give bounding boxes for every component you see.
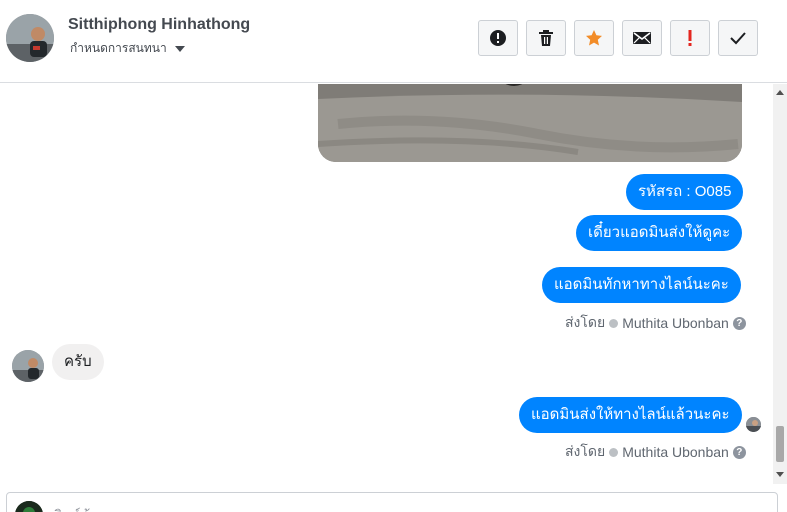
message-thread: รหัสรถ : O085 เดี๋ยวแอดมินส่งให้ดูคะ แอด… xyxy=(0,84,773,484)
alert-circle-icon xyxy=(490,30,506,46)
star-icon xyxy=(586,30,602,46)
message-bubble-outgoing[interactable]: แอดมินทักหาทางไลน์นะคะ xyxy=(542,267,741,303)
conversation-header: Sitthiphong Hinhathong กำหนดการสนทนา xyxy=(0,0,787,83)
inbox-conversation-view: Sitthiphong Hinhathong กำหนดการสนทนา รหั… xyxy=(0,0,787,512)
contact-name[interactable]: Sitthiphong Hinhathong xyxy=(68,16,250,34)
help-icon[interactable]: ? xyxy=(732,316,746,330)
sent-by-agent[interactable]: Muthita Ubonban xyxy=(622,444,729,460)
mark-done-button[interactable] xyxy=(718,20,758,56)
sent-by-agent[interactable]: Muthita Ubonban xyxy=(622,315,729,331)
trash-icon xyxy=(539,30,553,46)
verified-badge-icon xyxy=(609,318,619,328)
delete-button[interactable] xyxy=(526,20,566,56)
verified-badge-icon xyxy=(609,447,619,457)
star-button[interactable] xyxy=(574,20,614,56)
message-bubble-outgoing[interactable]: แอดมินส่งให้ทางไลน์แล้วนะคะ xyxy=(519,397,742,433)
mark-spam-button[interactable] xyxy=(478,20,518,56)
scroll-thumb[interactable] xyxy=(776,426,784,462)
thread-scrollbar[interactable] xyxy=(773,84,787,484)
important-button[interactable] xyxy=(670,20,710,56)
caret-down-icon xyxy=(174,45,185,52)
sent-by-label: ส่งโดย Muthita Ubonban ? xyxy=(565,441,746,463)
scroll-down-arrow-icon[interactable] xyxy=(776,472,784,477)
message-bubble-outgoing[interactable]: เดี๋ยวแอดมินส่งให้ดูคะ xyxy=(576,215,743,251)
seen-indicator-avatar xyxy=(746,417,761,432)
conversation-settings-dropdown[interactable]: กำหนดการสนทนา xyxy=(70,39,185,58)
message-input[interactable] xyxy=(53,505,653,512)
help-icon[interactable]: ? xyxy=(732,445,746,459)
scroll-up-arrow-icon[interactable] xyxy=(776,90,784,95)
conversation-toolbar xyxy=(478,20,758,56)
shared-car-photo[interactable] xyxy=(318,84,742,162)
conversation-settings-label: กำหนดการสนทนา xyxy=(70,41,167,55)
message-bubble-outgoing[interactable]: รหัสรถ : O085 xyxy=(626,174,744,210)
mark-unread-button[interactable] xyxy=(622,20,662,56)
exclamation-icon xyxy=(688,30,692,46)
message-bubble-incoming[interactable]: ครับ xyxy=(52,344,104,380)
envelope-icon xyxy=(633,32,651,44)
sent-by-prefix: ส่งโดย xyxy=(565,314,606,330)
contact-avatar-small xyxy=(12,350,44,382)
sent-by-prefix: ส่งโดย xyxy=(565,443,606,459)
check-icon xyxy=(730,32,746,45)
sent-by-label: ส่งโดย Muthita Ubonban ? xyxy=(565,312,746,334)
page-avatar xyxy=(15,501,43,512)
message-composer xyxy=(6,492,778,512)
contact-avatar[interactable] xyxy=(6,14,54,62)
